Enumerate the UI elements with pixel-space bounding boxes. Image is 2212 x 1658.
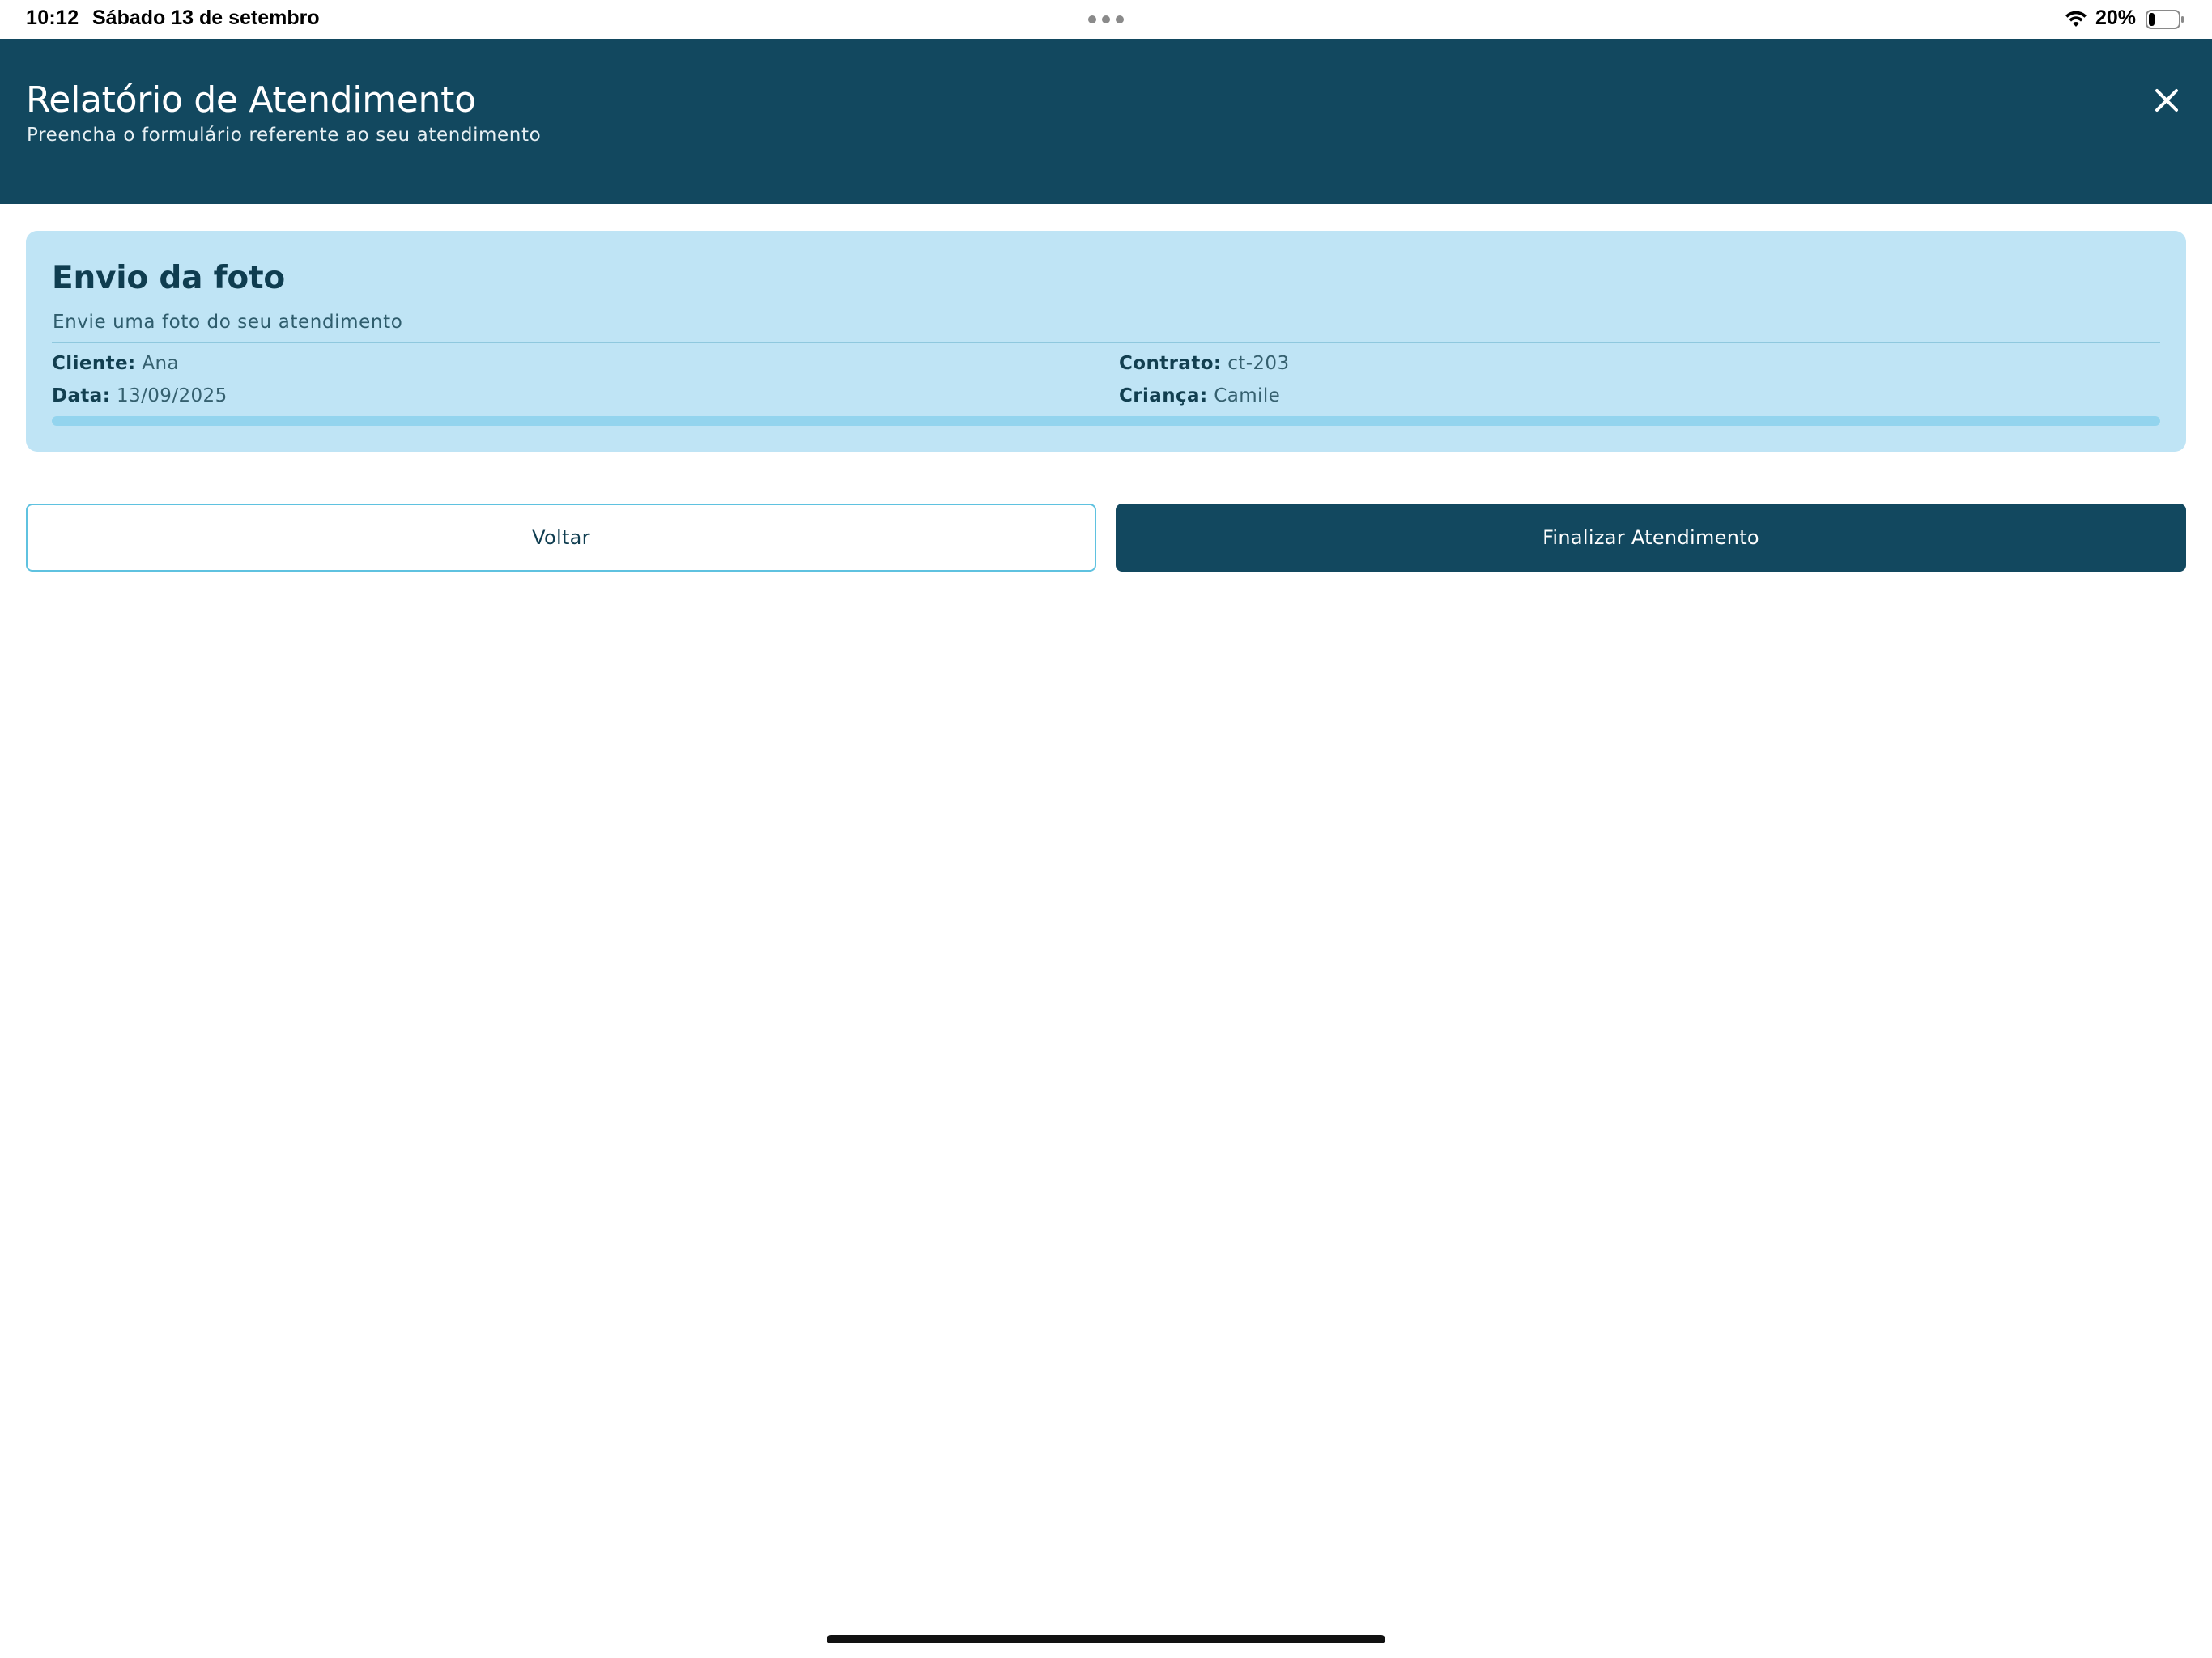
page-title: Relatório de Atendimento bbox=[26, 79, 476, 121]
close-icon[interactable] bbox=[2147, 81, 2186, 120]
client-field: Cliente: Ana bbox=[52, 353, 179, 374]
contract-field: Contrato: ct-203 bbox=[1119, 353, 1290, 374]
finish-service-button[interactable]: Finalizar Atendimento bbox=[1116, 504, 2186, 572]
status-date: Sábado 13 de setembro bbox=[92, 6, 320, 29]
card-divider bbox=[52, 342, 2160, 343]
wifi-icon bbox=[2065, 11, 2087, 27]
app-screen: 10:12 Sábado 13 de setembro 20% Relatóri… bbox=[0, 0, 2212, 1658]
battery-icon bbox=[2146, 10, 2184, 29]
client-value: Ana bbox=[142, 353, 179, 374]
child-value: Camile bbox=[1214, 385, 1281, 406]
date-value: 13/09/2025 bbox=[117, 385, 228, 406]
progress-bar bbox=[52, 416, 2160, 426]
date-label: Data: bbox=[52, 385, 111, 406]
photo-upload-card: Envio da foto Envie uma foto do seu aten… bbox=[26, 231, 2186, 452]
close-button[interactable] bbox=[2147, 81, 2186, 120]
status-bar: 10:12 Sábado 13 de setembro 20% bbox=[0, 0, 2212, 39]
progress-fill bbox=[52, 416, 2160, 426]
date-field: Data: 13/09/2025 bbox=[52, 385, 228, 406]
child-field: Criança: Camile bbox=[1119, 385, 1280, 406]
page-subtitle: Preencha o formulário referente ao seu a… bbox=[27, 125, 542, 146]
card-subtitle: Envie uma foto do seu atendimento bbox=[53, 312, 403, 333]
client-label: Cliente: bbox=[52, 353, 136, 374]
more-dots-icon[interactable] bbox=[1088, 15, 1124, 23]
card-title: Envio da foto bbox=[52, 260, 285, 296]
contract-label: Contrato: bbox=[1119, 353, 1222, 374]
battery-percent: 20% bbox=[2095, 6, 2137, 29]
app-header: Relatório de Atendimento Preencha o form… bbox=[0, 39, 2212, 204]
status-time: 10:12 bbox=[26, 6, 79, 29]
child-label: Criança: bbox=[1119, 385, 1208, 406]
home-indicator[interactable] bbox=[827, 1635, 1385, 1643]
back-button[interactable]: Voltar bbox=[26, 504, 1096, 572]
contract-value: ct-203 bbox=[1227, 353, 1290, 374]
